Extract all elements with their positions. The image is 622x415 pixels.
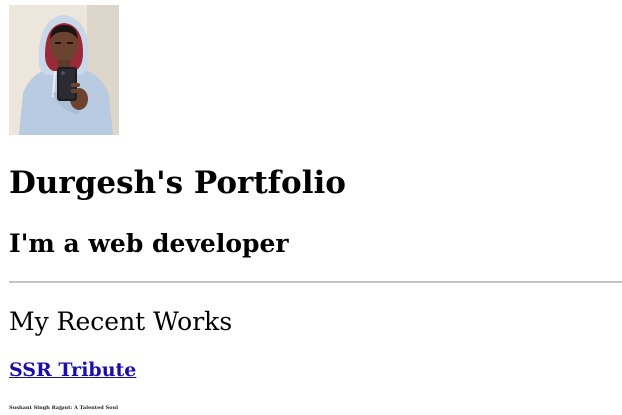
- page-title: Durgesh's Portfolio: [9, 165, 346, 201]
- section-divider: [9, 281, 622, 283]
- profile-avatar: [9, 5, 119, 135]
- tagline: I'm a web developer: [9, 229, 289, 258]
- recent-works-heading: My Recent Works: [9, 307, 233, 336]
- avatar-photo: [9, 5, 119, 135]
- portfolio-page: Durgesh's Portfolio I'm a web developer …: [0, 0, 622, 415]
- work-caption-text: Sushant Singh Rajput: A Talented Soul: [9, 405, 119, 411]
- ssr-tribute-link[interactable]: SSR Tribute: [9, 357, 136, 383]
